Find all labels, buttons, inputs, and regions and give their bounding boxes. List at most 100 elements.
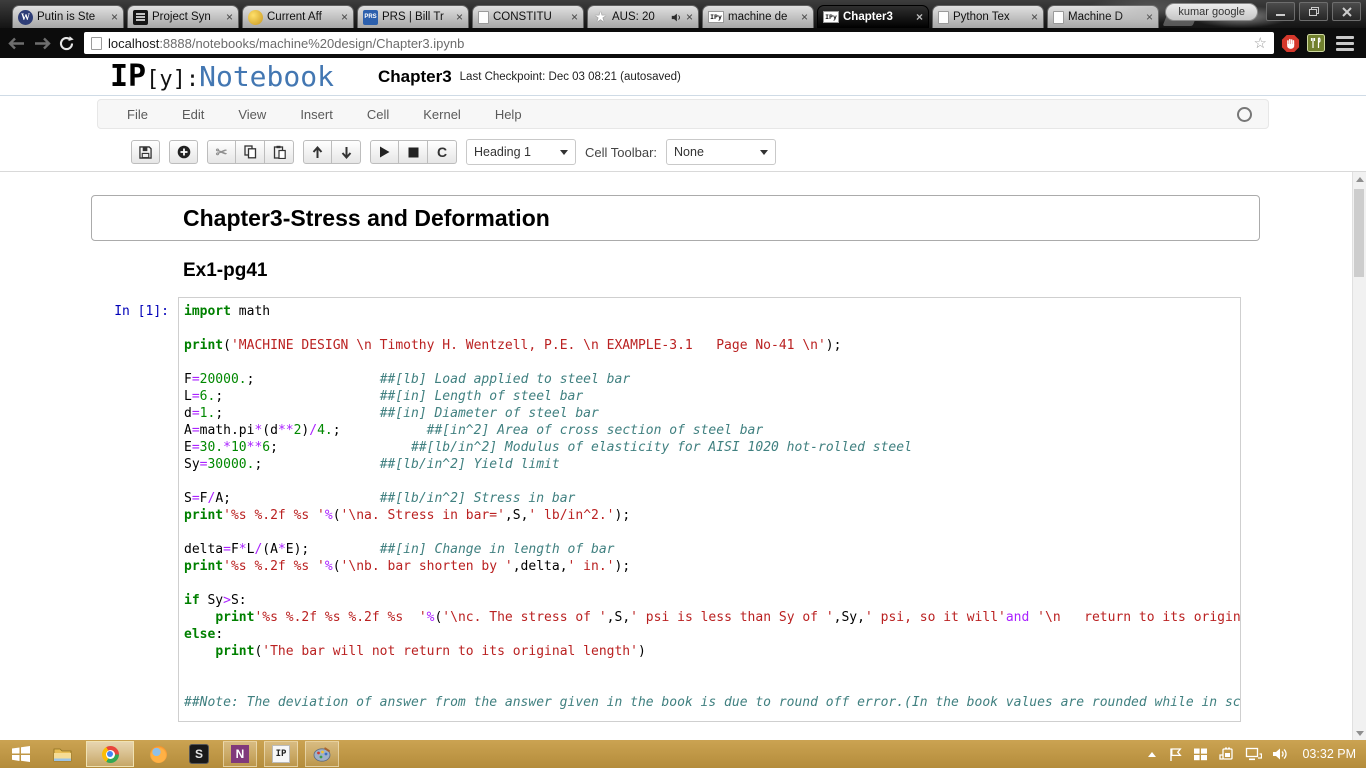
onenote-taskbar-button[interactable]: N bbox=[223, 741, 257, 767]
menu-items: File Edit View Insert Cell Kernel Help bbox=[110, 107, 539, 122]
firefox-icon bbox=[149, 745, 167, 763]
scroll-down-button[interactable] bbox=[1353, 726, 1366, 740]
close-button[interactable] bbox=[1332, 2, 1361, 21]
adblock-extension-icon[interactable] bbox=[1281, 34, 1300, 53]
browser-tab-python-tex[interactable]: Python Tex × bbox=[932, 5, 1044, 28]
menu-file[interactable]: File bbox=[110, 107, 165, 122]
code-input-area[interactable]: import math print('MACHINE DESIGN \n Tim… bbox=[178, 297, 1241, 722]
browser-tab-putin-is-ste[interactable]: W Putin is Ste × bbox=[12, 5, 124, 28]
interrupt-kernel-button[interactable] bbox=[399, 140, 428, 164]
tab-close-icon[interactable]: × bbox=[341, 11, 348, 23]
cell-toolbar-select[interactable]: None bbox=[666, 139, 777, 165]
browser-tab-constitu[interactable]: CONSTITU × bbox=[472, 5, 584, 28]
tab-close-icon[interactable]: × bbox=[1031, 11, 1038, 23]
code-line: F=20000.; ##[lb] Load applied to steel b… bbox=[184, 372, 631, 387]
back-button[interactable] bbox=[8, 37, 26, 50]
tab-close-icon[interactable]: × bbox=[111, 11, 118, 23]
cut-cell-button[interactable]: ✂ bbox=[207, 140, 236, 164]
power-battery-icon[interactable] bbox=[1218, 747, 1235, 761]
network-icon[interactable] bbox=[1245, 747, 1263, 761]
chrome-menu-icon[interactable] bbox=[1332, 35, 1358, 51]
code-line: ##Note: The deviation of answer from the… bbox=[184, 695, 1241, 710]
tab-title: Project Syn bbox=[152, 11, 211, 23]
tab-close-icon[interactable]: × bbox=[226, 11, 233, 23]
restore-button[interactable] bbox=[1299, 2, 1328, 21]
run-cell-button[interactable] bbox=[370, 140, 399, 164]
ipython-logo[interactable]: IP[y]:Notebook bbox=[110, 59, 334, 94]
browser-navbar: localhost:8888/notebooks/machine%20desig… bbox=[0, 28, 1366, 58]
volume-icon[interactable] bbox=[1272, 747, 1288, 761]
move-cell-up-button[interactable] bbox=[303, 140, 332, 164]
windows-tray-icon[interactable] bbox=[1193, 747, 1208, 762]
tab-close-icon[interactable]: × bbox=[571, 11, 578, 23]
notebook-toolbar: ✂ C Heading 1 Cell Toolbar: None bbox=[131, 139, 777, 165]
menu-view[interactable]: View bbox=[221, 107, 283, 122]
file-explorer-button[interactable] bbox=[45, 741, 79, 767]
page-scrollbar[interactable] bbox=[1352, 172, 1366, 740]
scroll-up-button[interactable] bbox=[1353, 172, 1366, 186]
palette-app-taskbar-button[interactable] bbox=[305, 741, 339, 767]
tab-close-icon[interactable]: × bbox=[1146, 11, 1153, 23]
arrow-down-icon bbox=[341, 146, 351, 159]
action-center-flag-icon[interactable] bbox=[1168, 747, 1183, 762]
copy-cell-button[interactable] bbox=[236, 140, 265, 164]
page-favicon bbox=[1053, 10, 1064, 24]
minimize-button[interactable] bbox=[1266, 2, 1295, 21]
heading-cell-selected[interactable]: Chapter3-Stress and Deformation bbox=[91, 195, 1260, 241]
move-cell-down-button[interactable] bbox=[332, 140, 361, 164]
notebook-title[interactable]: Chapter3 bbox=[378, 67, 452, 87]
subheading-cell[interactable]: Ex1-pg41 bbox=[183, 260, 1352, 282]
url-bar[interactable]: localhost:8888/notebooks/machine%20desig… bbox=[84, 32, 1274, 54]
paste-cell-button[interactable] bbox=[265, 140, 294, 164]
url-text[interactable]: localhost:8888/notebooks/machine%20desig… bbox=[108, 36, 464, 51]
firefox-taskbar-button[interactable] bbox=[141, 741, 175, 767]
menu-help[interactable]: Help bbox=[478, 107, 539, 122]
menu-kernel[interactable]: Kernel bbox=[406, 107, 478, 122]
browser-tab-current-aff[interactable]: Current Aff × bbox=[242, 5, 354, 28]
cell-toolbar-value: None bbox=[674, 145, 704, 159]
scrollbar-thumb[interactable] bbox=[1354, 189, 1364, 277]
browser-tab-project-syn[interactable]: Project Syn × bbox=[127, 5, 239, 28]
menu-insert[interactable]: Insert bbox=[283, 107, 350, 122]
bookmark-star-icon[interactable]: ☆ bbox=[1254, 36, 1267, 51]
code-cell[interactable]: In [1]: import math print('MACHINE DESIG… bbox=[91, 297, 1241, 722]
paste-icon bbox=[273, 145, 286, 159]
reload-button[interactable] bbox=[58, 35, 75, 52]
browser-tab-prs-bill-tr[interactable]: PRS PRS | Bill Tr × bbox=[357, 5, 469, 28]
tab-close-icon[interactable]: × bbox=[801, 11, 808, 23]
tab-title: AUS: 20 bbox=[612, 11, 655, 23]
save-button[interactable] bbox=[131, 140, 160, 164]
menu-bar: File Edit View Insert Cell Kernel Help bbox=[97, 99, 1269, 129]
forward-button[interactable] bbox=[33, 37, 51, 50]
cell-type-select[interactable]: Heading 1 bbox=[466, 139, 576, 165]
menu-cell[interactable]: Cell bbox=[350, 107, 406, 122]
tab-close-icon[interactable]: × bbox=[456, 11, 463, 23]
hidden-icons-chevron[interactable] bbox=[1146, 750, 1158, 759]
play-icon bbox=[380, 146, 390, 158]
restart-kernel-button[interactable]: C bbox=[428, 140, 457, 164]
browser-tab-machine-d[interactable]: Machine D × bbox=[1047, 5, 1159, 28]
s-app-taskbar-button[interactable]: S bbox=[182, 741, 216, 767]
notebook-area: Chapter3-Stress and Deformation Ex1-pg41… bbox=[0, 172, 1352, 740]
restaurant-extension-icon[interactable] bbox=[1307, 34, 1325, 52]
tab-title: machine de bbox=[728, 11, 788, 23]
chrome-taskbar-button[interactable] bbox=[86, 741, 134, 767]
browser-tab-machine-de[interactable]: IPy machine de × bbox=[702, 5, 814, 28]
cut-icon: ✂ bbox=[215, 144, 228, 160]
tab-close-icon[interactable]: × bbox=[686, 11, 693, 23]
chrome-profile-badge[interactable]: kumar google bbox=[1165, 3, 1258, 21]
start-button[interactable] bbox=[4, 741, 38, 767]
ipython-taskbar-button[interactable]: IP bbox=[264, 741, 298, 767]
insert-cell-below-button[interactable] bbox=[169, 140, 198, 164]
browser-tab-aus-20[interactable]: ★ AUS: 20 × bbox=[587, 5, 699, 28]
code-line: import math bbox=[184, 304, 271, 319]
tab-close-icon[interactable]: × bbox=[916, 11, 923, 23]
menu-edit[interactable]: Edit bbox=[165, 107, 221, 122]
taskbar-clock[interactable]: 03:32 PM bbox=[1302, 747, 1356, 761]
darkdoc-favicon bbox=[133, 9, 148, 25]
browser-tab-chapter3[interactable]: IPy Chapter3 × bbox=[817, 5, 929, 28]
